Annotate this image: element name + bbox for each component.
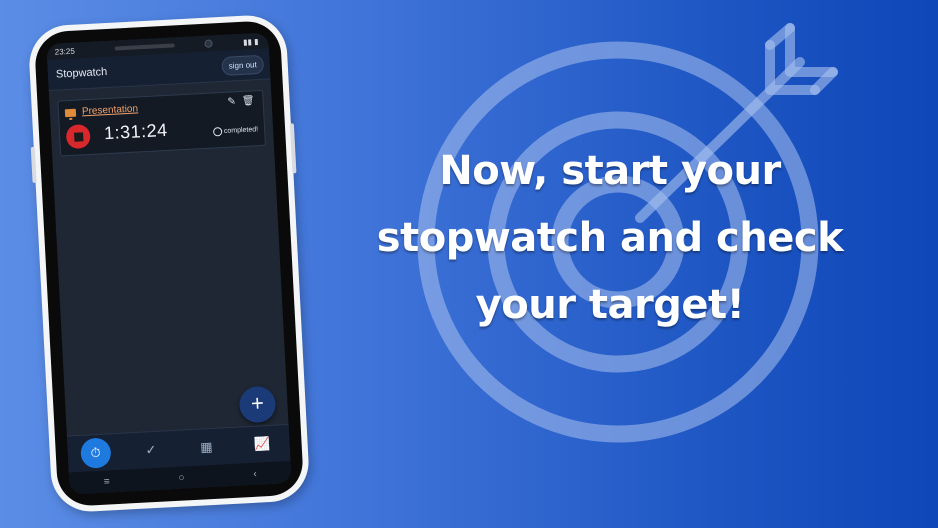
nav-stats[interactable]: 📈 [246,429,278,461]
stopwatch-icon: ⏱ [90,444,101,461]
trash-icon[interactable]: 🗑 [242,95,255,107]
status-time: 23:25 [54,46,75,57]
back-icon[interactable]: ‹ [253,468,257,479]
phone-mockup: 23:25 ▮▮ ▮ Stopwatch sign out Presentati… [27,13,311,514]
completed-label: completed! [223,126,259,135]
home-icon[interactable]: ○ [178,472,185,483]
task-actions: ✎ 🗑 [227,95,255,107]
monitor-icon [64,108,77,117]
headline-line-3: your target! [475,282,745,328]
completed-status: completed! [212,125,259,137]
recents-icon[interactable]: ≡ [103,476,109,487]
speaker-grille [114,43,175,51]
headline-line-1: Now, start your [439,148,781,194]
camera-icon [204,39,214,48]
task-card[interactable]: Presentation ✎ 🗑 1:31:24 completed! [57,89,266,157]
stop-button[interactable] [65,123,91,150]
crosshair-icon [212,127,223,137]
signal-battery-icon: ▮▮ ▮ [242,36,259,47]
timer-display: 1:31:24 [103,119,169,144]
task-name-row: Presentation [64,103,139,118]
nav-stopwatch[interactable]: ⏱ [79,437,112,469]
headline-line-2: stopwatch and check [376,215,844,261]
phone-screen: 23:25 ▮▮ ▮ Stopwatch sign out Presentati… [46,32,292,495]
nav-table[interactable]: ▦ [191,432,223,464]
headline: Now, start your stopwatch and check your… [360,138,860,339]
app-title: Stopwatch [55,65,108,81]
line-chart-icon: 📈 [253,435,271,452]
task-name-link[interactable]: Presentation [82,103,139,117]
stop-icon [73,131,83,142]
edit-icon[interactable]: ✎ [227,96,236,107]
table-icon: ▦ [199,438,213,455]
nav-tasks[interactable]: ✓ [135,434,167,466]
sign-out-button[interactable]: sign out [221,54,265,76]
add-task-button[interactable]: + [238,385,277,424]
check-circle-icon: ✓ [145,441,157,458]
